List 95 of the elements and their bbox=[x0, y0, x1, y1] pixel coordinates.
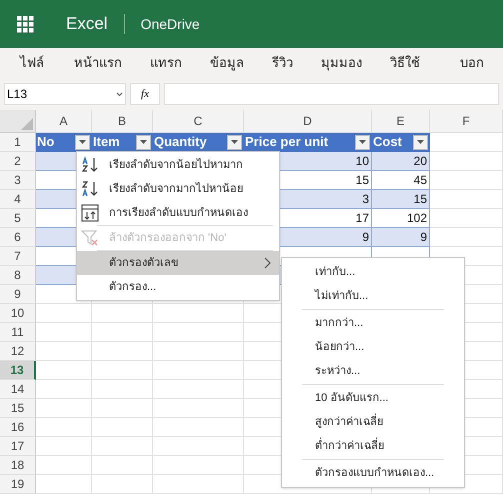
filter-dropdown-button[interactable] bbox=[413, 134, 428, 150]
row-header[interactable]: 7 bbox=[0, 247, 36, 266]
ribbon-tab[interactable]: ไฟล์ bbox=[20, 53, 44, 73]
menu-item[interactable]: สูงกว่าค่าเฉลี่ย bbox=[282, 410, 464, 434]
table-cell: 20 bbox=[372, 152, 430, 171]
menu-item[interactable]: มากกว่า... bbox=[282, 311, 464, 335]
caret-down-icon bbox=[79, 140, 86, 144]
menu-item[interactable]: ตัวกรองตัวเลข bbox=[77, 251, 279, 275]
function-button[interactable]: fx bbox=[130, 83, 160, 105]
row-header[interactable]: 2 bbox=[0, 152, 36, 171]
menu-item[interactable]: ตัวกรองแบบกำหนดเอง... bbox=[282, 461, 464, 485]
table-cell bbox=[36, 361, 92, 380]
row-header[interactable]: 14 bbox=[0, 380, 36, 399]
caret-down-icon bbox=[417, 140, 424, 144]
filter-dropdown-button[interactable] bbox=[75, 134, 90, 150]
table-header-cell: Cost bbox=[372, 133, 430, 152]
filter-dropdown-button[interactable] bbox=[227, 134, 242, 150]
row-header[interactable]: 4 bbox=[0, 190, 36, 209]
table-header-cell: Item bbox=[92, 133, 153, 152]
row-header[interactable]: 16 bbox=[0, 418, 36, 437]
menu-item[interactable]: ต่ำกว่าค่าเฉลี่ย bbox=[282, 434, 464, 458]
table-cell bbox=[36, 399, 92, 418]
caret-down-icon bbox=[140, 140, 147, 144]
row-header[interactable]: 11 bbox=[0, 323, 36, 342]
table-cell bbox=[36, 342, 92, 361]
formula-input[interactable] bbox=[164, 83, 499, 105]
menu-item[interactable]: 10 อันดับแรก... bbox=[282, 386, 464, 410]
table-header-cell: No bbox=[36, 133, 92, 152]
column-header[interactable]: E bbox=[372, 110, 430, 133]
row-header[interactable]: 13 bbox=[0, 361, 36, 380]
column-header[interactable]: D bbox=[244, 110, 372, 133]
row-header[interactable]: 18 bbox=[0, 456, 36, 475]
row-header[interactable]: 12 bbox=[0, 342, 36, 361]
location-link[interactable]: OneDrive bbox=[140, 14, 200, 34]
menu-item[interactable]: ระหว่าง... bbox=[282, 359, 464, 383]
table-cell bbox=[36, 456, 92, 475]
name-box[interactable]: L13 bbox=[4, 83, 126, 105]
custom-sort-icon bbox=[81, 204, 99, 222]
table-cell bbox=[92, 304, 153, 323]
ribbon-tab[interactable]: รีวิว bbox=[272, 53, 293, 73]
sort-descending-icon bbox=[81, 180, 99, 198]
row-header[interactable]: 19 bbox=[0, 475, 36, 494]
row-header[interactable]: 15 bbox=[0, 399, 36, 418]
row-header[interactable]: 9 bbox=[0, 285, 36, 304]
column-header[interactable]: A bbox=[36, 110, 92, 133]
table-cell bbox=[92, 399, 153, 418]
column-header[interactable]: F bbox=[430, 110, 503, 133]
table-cell bbox=[92, 437, 153, 456]
menu-item[interactable]: ไม่เท่ากับ... bbox=[282, 284, 464, 308]
table-cell bbox=[36, 323, 92, 342]
sort-ascending-icon bbox=[81, 156, 99, 174]
app-name[interactable]: Excel bbox=[66, 11, 108, 37]
table-header-cell: Quantity bbox=[153, 133, 244, 152]
ribbon-tab[interactable]: หน้าแรก bbox=[74, 53, 122, 73]
menu-item[interactable]: น้อยกว่า... bbox=[282, 335, 464, 359]
chevron-down-icon bbox=[116, 92, 123, 96]
row-header[interactable]: 10 bbox=[0, 304, 36, 323]
table-cell bbox=[92, 361, 153, 380]
clear-filter-icon bbox=[81, 229, 99, 247]
table-cell bbox=[36, 418, 92, 437]
table-cell bbox=[36, 304, 92, 323]
menu-item[interactable]: ตัวกรอง... bbox=[77, 275, 279, 299]
table-cell bbox=[92, 456, 153, 475]
corner-triangle-icon bbox=[21, 118, 33, 130]
ribbon-tab[interactable]: ข้อมูล bbox=[210, 53, 244, 73]
caret-down-icon bbox=[231, 140, 238, 144]
filter-dropdown-button[interactable] bbox=[136, 134, 151, 150]
table-header-cell: Price per unit bbox=[244, 133, 372, 152]
row-header[interactable]: 6 bbox=[0, 228, 36, 247]
filter-dropdown-button[interactable] bbox=[355, 134, 370, 150]
row-header[interactable]: 17 bbox=[0, 437, 36, 456]
table-cell bbox=[36, 437, 92, 456]
table-cell: 15 bbox=[372, 190, 430, 209]
ribbon-tab[interactable]: มุมมอง bbox=[321, 53, 362, 73]
table-cell: 9 bbox=[372, 228, 430, 247]
table-cell: 102 bbox=[372, 209, 430, 228]
chevron-right-icon bbox=[264, 257, 271, 269]
table-cell: 45 bbox=[372, 171, 430, 190]
table-cell bbox=[92, 342, 153, 361]
table-cell bbox=[92, 323, 153, 342]
table-cell bbox=[92, 418, 153, 437]
row-header[interactable]: 8 bbox=[0, 266, 36, 285]
ribbon-tab[interactable]: วิธีใช้ bbox=[390, 53, 420, 73]
column-header[interactable]: C bbox=[153, 110, 244, 133]
column-header[interactable]: B bbox=[92, 110, 153, 133]
ribbon-tab[interactable]: บอก bbox=[460, 53, 484, 73]
row-header[interactable]: 5 bbox=[0, 209, 36, 228]
table-cell bbox=[36, 380, 92, 399]
caret-down-icon bbox=[359, 140, 366, 144]
ribbon-tab[interactable]: แทรก bbox=[150, 53, 182, 73]
table-cell bbox=[92, 380, 153, 399]
row-header[interactable]: 3 bbox=[0, 171, 36, 190]
app-launcher-icon[interactable] bbox=[17, 16, 34, 32]
row-header[interactable]: 1 bbox=[0, 133, 36, 152]
menu-item[interactable]: เท่ากับ... bbox=[282, 260, 464, 284]
